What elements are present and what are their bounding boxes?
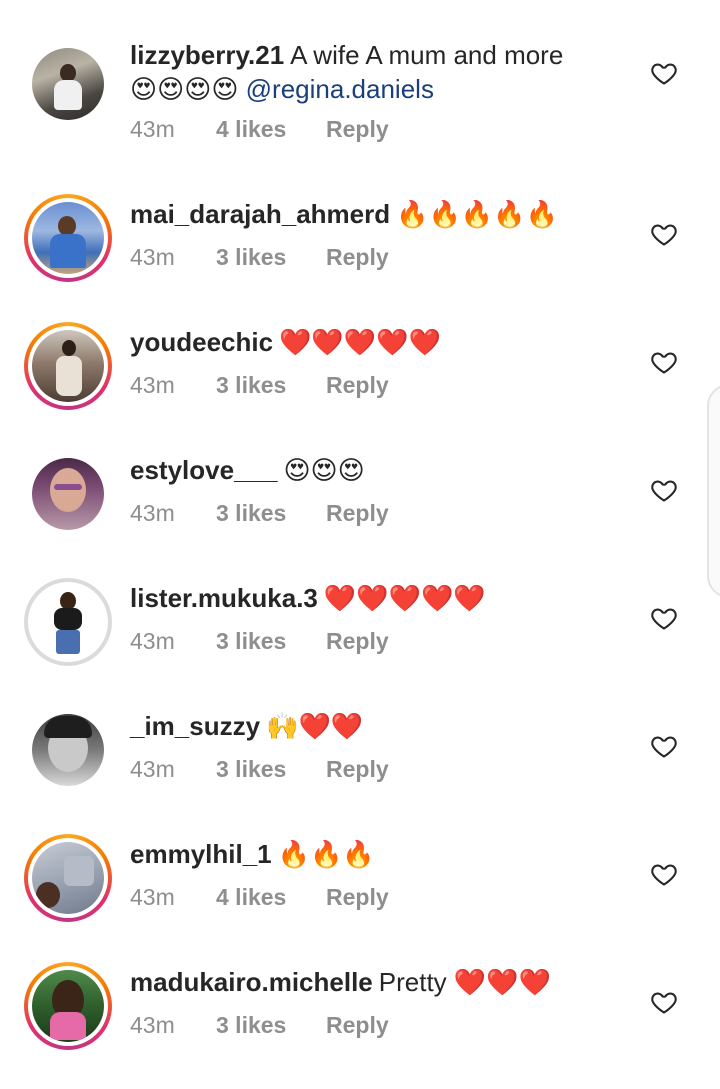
comment-text: madukairo.michelle Pretty ❤️❤️❤️ [130, 965, 640, 999]
avatar[interactable] [24, 834, 112, 922]
heart-outline-icon[interactable] [650, 59, 678, 87]
avatar[interactable] [24, 578, 112, 666]
comment-time: 43m [130, 756, 175, 782]
comment-item: _im_suzzy 🙌❤️❤️ 43m 3 likes Reply [0, 705, 720, 833]
comment-text: _im_suzzy 🙌❤️❤️ [130, 709, 640, 743]
heart-outline-icon[interactable] [650, 348, 678, 376]
comment-item: lister.mukuka.3 ❤️❤️❤️❤️❤️ 43m 3 likes Re… [0, 577, 720, 705]
reply-button[interactable]: Reply [326, 884, 389, 911]
comment-body: 🙌❤️❤️ [266, 711, 364, 741]
comment-meta: 43m 3 likes Reply [130, 500, 389, 527]
comment-username[interactable]: madukairo.michelle [130, 967, 373, 997]
reply-button[interactable]: Reply [326, 756, 389, 783]
avatar[interactable] [24, 40, 112, 128]
heart-outline-icon[interactable] [650, 604, 678, 632]
comment-text: youdeechic ❤️❤️❤️❤️❤️ [130, 325, 640, 359]
likes-count[interactable]: 4 likes [216, 116, 326, 143]
comment-text: lister.mukuka.3 ❤️❤️❤️❤️❤️ [130, 581, 640, 615]
comment-item: emmylhil_1 🔥🔥🔥 43m 4 likes Reply [0, 833, 720, 961]
comment-item: mai_darajah_ahmerd 🔥🔥🔥🔥🔥 43m 3 likes Repl… [0, 193, 720, 321]
comment-meta: 43m 3 likes Reply [130, 628, 389, 655]
avatar[interactable] [24, 706, 112, 794]
comment-body: 🔥🔥🔥🔥🔥 [396, 199, 559, 229]
comment-body: Pretty ❤️❤️❤️ [378, 967, 552, 997]
avatar[interactable] [24, 450, 112, 538]
comment-item: estylove___ 😍😍😍 43m 3 likes Reply [0, 449, 720, 577]
comment-text: estylove___ 😍😍😍 [130, 453, 640, 487]
avatar[interactable] [24, 322, 112, 410]
heart-outline-icon[interactable] [650, 732, 678, 760]
comment-text: mai_darajah_ahmerd 🔥🔥🔥🔥🔥 [130, 197, 640, 231]
comment-body: ❤️❤️❤️❤️❤️ [279, 327, 441, 357]
comment-meta: 43m 3 likes Reply [130, 244, 389, 271]
comment-username[interactable]: lizzyberry.21 [130, 40, 284, 70]
reply-button[interactable]: Reply [326, 500, 389, 527]
likes-count[interactable]: 3 likes [216, 500, 326, 527]
comment-username[interactable]: estylove___ [130, 455, 277, 485]
comment-username[interactable]: _im_suzzy [130, 711, 260, 741]
comment-meta: 43m 4 likes Reply [130, 116, 389, 143]
side-panel-handle[interactable] [707, 384, 720, 598]
comment-username[interactable]: emmylhil_1 [130, 839, 272, 869]
likes-count[interactable]: 4 likes [216, 884, 326, 911]
reply-button[interactable]: Reply [326, 116, 389, 143]
comment-meta: 43m 3 likes Reply [130, 1012, 389, 1039]
likes-count[interactable]: 3 likes [216, 372, 326, 399]
heart-outline-icon[interactable] [650, 476, 678, 504]
reply-button[interactable]: Reply [326, 372, 389, 399]
comment-time: 43m [130, 628, 175, 654]
heart-outline-icon[interactable] [650, 988, 678, 1016]
comment-username[interactable]: lister.mukuka.3 [130, 583, 318, 613]
comment-time: 43m [130, 884, 175, 910]
comment-time: 43m [130, 244, 175, 270]
comment-item: madukairo.michelle Pretty ❤️❤️❤️ 43m 3 li… [0, 961, 720, 1089]
reply-button[interactable]: Reply [326, 244, 389, 271]
comment-username[interactable]: mai_darajah_ahmerd [130, 199, 390, 229]
comment-meta: 43m 3 likes Reply [130, 372, 389, 399]
avatar[interactable] [24, 962, 112, 1050]
comment-body: A wife A mum and more [290, 40, 564, 70]
comment-body: 🔥🔥🔥 [277, 839, 375, 869]
comment-body: ❤️❤️❤️❤️❤️ [323, 583, 486, 613]
comment-meta: 43m 4 likes Reply [130, 884, 389, 911]
comment-meta: 43m 3 likes Reply [130, 756, 389, 783]
comment-time: 43m [130, 116, 175, 142]
reply-button[interactable]: Reply [326, 1012, 389, 1039]
comment-item: lizzyberry.21 A wife A mum and more 😍😍😍😍 … [0, 38, 720, 166]
reply-button[interactable]: Reply [326, 628, 389, 655]
heart-outline-icon[interactable] [650, 220, 678, 248]
likes-count[interactable]: 3 likes [216, 1012, 326, 1039]
comment-username[interactable]: youdeechic [130, 327, 273, 357]
comment-time: 43m [130, 372, 175, 398]
heart-outline-icon[interactable] [650, 860, 678, 888]
avatar[interactable] [24, 194, 112, 282]
comment-time: 43m [130, 1012, 175, 1038]
comment-time: 43m [130, 500, 175, 526]
mention-link[interactable]: @regina.daniels [246, 74, 434, 104]
likes-count[interactable]: 3 likes [216, 756, 326, 783]
comment-item: youdeechic ❤️❤️❤️❤️❤️ 43m 3 likes Reply [0, 321, 720, 449]
comment-text: emmylhil_1 🔥🔥🔥 [130, 837, 640, 871]
comment-emojis: 😍😍😍😍 [130, 74, 239, 104]
likes-count[interactable]: 3 likes [216, 244, 326, 271]
likes-count[interactable]: 3 likes [216, 628, 326, 655]
comment-body: 😍😍😍 [283, 455, 365, 485]
comment-text: lizzyberry.21 A wife A mum and more 😍😍😍😍 … [130, 38, 640, 106]
